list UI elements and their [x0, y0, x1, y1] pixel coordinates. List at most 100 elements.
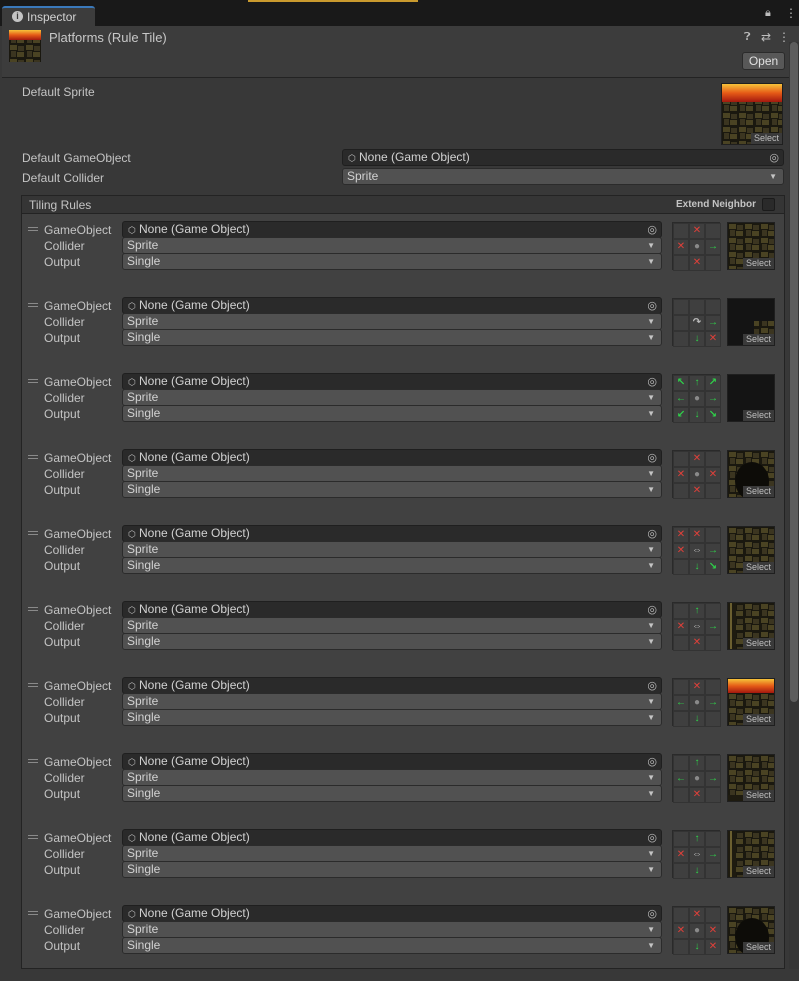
rule-collider-dropdown[interactable]: Sprite ▼ — [122, 313, 662, 330]
select-button[interactable]: Select — [742, 942, 774, 953]
arrow-up-left-icon[interactable]: ↖ — [673, 375, 689, 391]
rule-collider-dropdown[interactable]: Sprite ▼ — [122, 465, 662, 482]
empty-cell[interactable] — [705, 831, 721, 847]
arrow-right-icon[interactable]: → — [705, 847, 721, 863]
object-picker-icon[interactable]: ◎ — [647, 223, 657, 238]
empty-cell[interactable] — [673, 255, 689, 271]
rule-sprite-field[interactable]: Select — [727, 678, 775, 726]
arrow-up-right-icon[interactable]: ↗ — [705, 375, 721, 391]
rule-collider-dropdown[interactable]: Sprite ▼ — [122, 617, 662, 634]
scrollbar-thumb[interactable] — [790, 42, 798, 702]
arrow-down-icon[interactable]: ↓ — [689, 863, 705, 879]
not-this-icon[interactable]: ✕ — [689, 787, 705, 803]
not-this-icon[interactable]: ✕ — [673, 923, 689, 939]
rule-collider-dropdown[interactable]: Sprite ▼ — [122, 541, 662, 558]
rule-output-dropdown[interactable]: Single ▼ — [122, 633, 662, 650]
center-dot-icon[interactable]: ● — [689, 239, 705, 255]
empty-cell[interactable] — [673, 679, 689, 695]
not-this-icon[interactable]: ✕ — [673, 847, 689, 863]
drag-handle-icon[interactable] — [28, 531, 38, 535]
select-button[interactable]: Select — [742, 714, 774, 725]
rule-collider-dropdown[interactable]: Sprite ▼ — [122, 845, 662, 862]
arrow-down-left-icon[interactable]: ↙ — [673, 407, 689, 423]
object-picker-icon[interactable]: ◎ — [647, 451, 657, 466]
empty-cell[interactable] — [673, 603, 689, 619]
arrow-down-icon[interactable]: ↓ — [689, 939, 705, 955]
rule-sprite-field[interactable]: Select — [727, 222, 775, 270]
arrow-left-icon[interactable]: ← — [673, 695, 689, 711]
drag-handle-icon[interactable] — [28, 835, 38, 839]
empty-cell[interactable] — [673, 863, 689, 879]
drag-handle-icon[interactable] — [28, 759, 38, 763]
mirror-icon[interactable]: ⇔ — [689, 543, 705, 559]
lock-icon[interactable]: 🔒︎ — [765, 7, 771, 20]
arrow-right-icon[interactable]: → — [705, 543, 721, 559]
rule-output-dropdown[interactable]: Single ▼ — [122, 937, 662, 954]
empty-cell[interactable] — [673, 331, 689, 347]
select-button[interactable]: Select — [742, 410, 774, 421]
empty-cell[interactable] — [673, 831, 689, 847]
drag-handle-icon[interactable] — [28, 911, 38, 915]
preset-icon[interactable]: ⇄ — [761, 30, 771, 44]
select-button[interactable]: Select — [750, 133, 782, 144]
not-this-icon[interactable]: ✕ — [673, 543, 689, 559]
select-button[interactable]: Select — [742, 790, 774, 801]
rule-gameobject-field[interactable]: ⬡ None (Game Object) ◎ — [122, 677, 662, 694]
arrow-left-icon[interactable]: ← — [673, 391, 689, 407]
empty-cell[interactable] — [705, 299, 721, 315]
arrow-up-icon[interactable]: ↑ — [689, 755, 705, 771]
empty-cell[interactable] — [705, 603, 721, 619]
arrow-down-icon[interactable]: ↓ — [689, 559, 705, 575]
center-dot-icon[interactable]: ● — [689, 695, 705, 711]
mirror-icon[interactable]: ⇔ — [689, 847, 705, 863]
not-this-icon[interactable]: ✕ — [705, 331, 721, 347]
not-this-icon[interactable]: ✕ — [705, 939, 721, 955]
rule-sprite-field[interactable]: Select — [727, 754, 775, 802]
arrow-right-icon[interactable]: → — [705, 771, 721, 787]
empty-cell[interactable] — [705, 907, 721, 923]
arrow-right-icon[interactable]: → — [705, 619, 721, 635]
empty-cell[interactable] — [673, 711, 689, 727]
drag-handle-icon[interactable] — [28, 683, 38, 687]
object-picker-icon[interactable]: ◎ — [769, 151, 779, 166]
not-this-icon[interactable]: ✕ — [689, 527, 705, 543]
not-this-icon[interactable]: ✕ — [673, 619, 689, 635]
center-dot-icon[interactable]: ● — [689, 391, 705, 407]
empty-cell[interactable] — [705, 787, 721, 803]
empty-cell[interactable] — [705, 679, 721, 695]
empty-cell[interactable] — [705, 755, 721, 771]
empty-cell[interactable] — [705, 863, 721, 879]
rule-gameobject-field[interactable]: ⬡ None (Game Object) ◎ — [122, 829, 662, 846]
object-picker-icon[interactable]: ◎ — [647, 907, 657, 922]
not-this-icon[interactable]: ✕ — [689, 255, 705, 271]
empty-cell[interactable] — [673, 939, 689, 955]
select-button[interactable]: Select — [742, 486, 774, 497]
empty-cell[interactable] — [705, 635, 721, 651]
rule-sprite-field[interactable]: Select — [727, 450, 775, 498]
arrow-left-icon[interactable]: ← — [673, 771, 689, 787]
object-picker-icon[interactable]: ◎ — [647, 831, 657, 846]
not-this-icon[interactable]: ✕ — [673, 467, 689, 483]
arrow-up-icon[interactable]: ↑ — [689, 375, 705, 391]
empty-cell[interactable] — [705, 223, 721, 239]
center-dot-icon[interactable]: ● — [689, 467, 705, 483]
empty-cell[interactable] — [673, 559, 689, 575]
rule-output-dropdown[interactable]: Single ▼ — [122, 405, 662, 422]
arrow-down-icon[interactable]: ↓ — [689, 407, 705, 423]
rule-gameobject-field[interactable]: ⬡ None (Game Object) ◎ — [122, 753, 662, 770]
empty-cell[interactable] — [673, 755, 689, 771]
empty-cell[interactable] — [705, 483, 721, 499]
rule-collider-dropdown[interactable]: Sprite ▼ — [122, 769, 662, 786]
not-this-icon[interactable]: ✕ — [705, 923, 721, 939]
rule-gameobject-field[interactable]: ⬡ None (Game Object) ◎ — [122, 525, 662, 542]
drag-handle-icon[interactable] — [28, 227, 38, 231]
rule-output-dropdown[interactable]: Single ▼ — [122, 253, 662, 270]
drag-handle-icon[interactable] — [28, 455, 38, 459]
rule-collider-dropdown[interactable]: Sprite ▼ — [122, 237, 662, 254]
empty-cell[interactable] — [673, 787, 689, 803]
rule-gameobject-field[interactable]: ⬡ None (Game Object) ◎ — [122, 905, 662, 922]
not-this-icon[interactable]: ✕ — [673, 239, 689, 255]
tab-inspector[interactable]: i Inspector — [2, 6, 95, 26]
help-icon[interactable]: ❓︎ — [744, 31, 751, 44]
rule-collider-dropdown[interactable]: Sprite ▼ — [122, 389, 662, 406]
